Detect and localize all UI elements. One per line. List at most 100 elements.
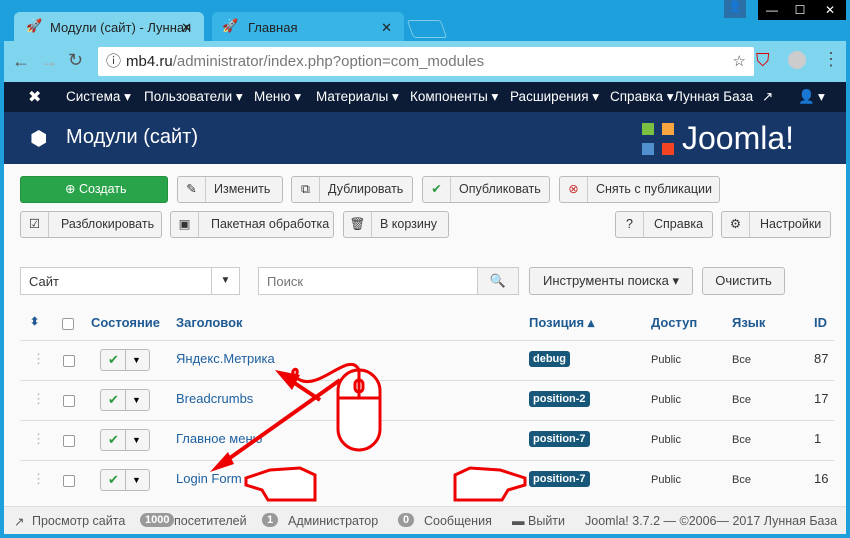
help-button[interactable]: ? Справка: [615, 211, 713, 238]
drag-handle-icon[interactable]: ⋮: [32, 391, 45, 407]
access-level: Public: [651, 354, 681, 366]
col-id[interactable]: ID: [814, 315, 827, 330]
module-id: 17: [814, 391, 829, 406]
url-host: mb4.ru: [126, 53, 173, 70]
options-button[interactable]: ⚙ Настройки: [721, 211, 831, 238]
cube-icon: ⬢: [30, 128, 48, 150]
new-tab-button[interactable]: [406, 20, 448, 38]
batch-label: Пакетная обработка: [211, 217, 330, 231]
caret-down-icon[interactable]: ▼: [125, 390, 141, 410]
nav-content[interactable]: Материалы ▾: [316, 89, 399, 105]
close-tab-icon[interactable]: ✕: [381, 20, 392, 36]
drag-handle-icon[interactable]: ⋮: [32, 351, 45, 367]
tab-label: Главная: [248, 20, 298, 35]
sort-order-icon[interactable]: ⬍: [30, 315, 39, 328]
language: Все: [732, 354, 751, 366]
publish-toggle[interactable]: ✔ ▼: [100, 349, 150, 371]
rocket-icon: 🚀: [26, 18, 43, 33]
close-tab-icon[interactable]: ✕: [181, 20, 192, 36]
tab-home[interactable]: 🚀 Главная ✕: [212, 12, 404, 42]
caret-down-icon[interactable]: ▼: [125, 350, 141, 370]
new-button[interactable]: ⊕ Создать: [20, 176, 168, 203]
nav-system[interactable]: Система ▾: [66, 89, 131, 105]
module-title-link[interactable]: Breadcrumbs: [176, 391, 253, 406]
extension-icon[interactable]: [788, 51, 806, 69]
language: Все: [732, 474, 751, 486]
copy-icon: ⧉: [292, 177, 320, 202]
check-icon: ✔: [108, 432, 119, 447]
select-all-checkbox[interactable]: [62, 318, 74, 330]
address-bar[interactable]: ⓘ mb4.ru/administrator/index.php?option=c…: [98, 47, 754, 76]
module-title-link[interactable]: Login Form: [176, 471, 242, 486]
search-tools-button[interactable]: Инструменты поиска ▾: [529, 267, 693, 295]
row-checkbox[interactable]: [63, 395, 75, 407]
menu-icon[interactable]: ⋮: [822, 49, 840, 70]
col-title[interactable]: Заголовок: [176, 315, 243, 330]
search-button[interactable]: 🔍: [477, 267, 519, 295]
row-checkbox[interactable]: [63, 355, 75, 367]
close-window-button[interactable]: ✕: [814, 0, 846, 20]
col-language[interactable]: Язык: [732, 315, 765, 330]
position-badge: position-2: [529, 391, 590, 407]
drag-handle-icon[interactable]: ⋮: [32, 431, 45, 447]
reload-icon[interactable]: ↻: [68, 50, 83, 71]
gear-icon: ⚙: [722, 212, 750, 237]
nav-users[interactable]: Пользователи ▾: [144, 89, 243, 105]
user-menu-caret[interactable]: ▾: [818, 89, 825, 105]
module-title-link[interactable]: Главное меню: [176, 431, 262, 446]
nav-components[interactable]: Компоненты ▾: [410, 89, 498, 105]
col-status[interactable]: Состояние: [91, 315, 160, 330]
row-checkbox[interactable]: [63, 435, 75, 447]
publish-toggle[interactable]: ✔ ▼: [100, 469, 150, 491]
unpublish-label: Снять с публикации: [596, 182, 712, 196]
drag-handle-icon[interactable]: ⋮: [32, 471, 45, 487]
page-title: Модули (сайт): [66, 126, 198, 148]
nav-site-link[interactable]: Лунная База: [674, 89, 753, 104]
back-icon[interactable]: ←: [12, 51, 30, 72]
checkin-label: Разблокировать: [61, 217, 155, 231]
plus-icon: ⊕: [65, 182, 76, 196]
unpublish-button[interactable]: ⊗ Снять с публикации: [559, 176, 720, 203]
nav-menus[interactable]: Меню ▾: [254, 89, 301, 105]
module-title-link[interactable]: Яндекс.Метрика: [176, 351, 275, 366]
forward-icon[interactable]: →: [40, 51, 58, 72]
user-icon[interactable]: 👤: [798, 89, 815, 105]
url-path: /administrator/index.php?option=com_modu…: [172, 53, 485, 70]
messages-link[interactable]: Сообщения: [424, 514, 492, 528]
publish-toggle[interactable]: ✔ ▼: [100, 389, 150, 411]
minimize-button[interactable]: —: [758, 0, 786, 20]
nav-extensions[interactable]: Расширения ▾: [510, 89, 599, 105]
copyright: Joomla! 3.7.2 — ©2006— 2017 Лунная База: [585, 514, 838, 528]
profile-icon[interactable]: 👤: [724, 0, 746, 18]
client-select[interactable]: Сайт ▼: [20, 267, 240, 295]
batch-button[interactable]: ▣ Пакетная обработка: [170, 211, 334, 238]
joomla-icon[interactable]: ✖: [28, 87, 41, 107]
shield-extension-icon[interactable]: ⛉: [756, 50, 770, 71]
edit-button[interactable]: ✎ Изменить: [177, 176, 283, 203]
caret-down-icon[interactable]: ▼: [125, 430, 141, 450]
access-level: Public: [651, 434, 681, 446]
tab-modules[interactable]: 🚀 Модули (сайт) - Лунная ✕: [14, 12, 204, 42]
nav-help[interactable]: Справка ▾: [610, 89, 674, 105]
col-position[interactable]: Позиция ▴: [529, 315, 594, 331]
joomla-logo-icon: [642, 123, 674, 155]
col-access[interactable]: Доступ: [651, 315, 697, 330]
checkin-button[interactable]: ☑ Разблокировать: [20, 211, 162, 238]
logout-link[interactable]: Выйти: [528, 514, 565, 528]
visitors-link[interactable]: посетителей: [174, 514, 247, 528]
duplicate-button[interactable]: ⧉ Дублировать: [291, 176, 413, 203]
publish-button[interactable]: ✔ Опубликовать: [422, 176, 550, 203]
search-input[interactable]: [258, 267, 478, 295]
caret-down-icon[interactable]: ▼: [125, 470, 141, 490]
row-checkbox[interactable]: [63, 475, 75, 487]
page-header: ⬢ Модули (сайт) Joomla!: [4, 112, 846, 164]
star-icon[interactable]: ☆: [733, 47, 746, 76]
admins-link[interactable]: Администратор: [288, 514, 378, 528]
maximize-button[interactable]: ☐: [786, 0, 814, 20]
trash-button[interactable]: 🗑 В корзину: [343, 211, 449, 238]
view-site-link[interactable]: Просмотр сайта: [32, 514, 125, 528]
clear-button[interactable]: Очистить: [702, 267, 785, 295]
client-value: Сайт: [29, 274, 59, 289]
language: Все: [732, 394, 751, 406]
publish-toggle[interactable]: ✔ ▼: [100, 429, 150, 451]
